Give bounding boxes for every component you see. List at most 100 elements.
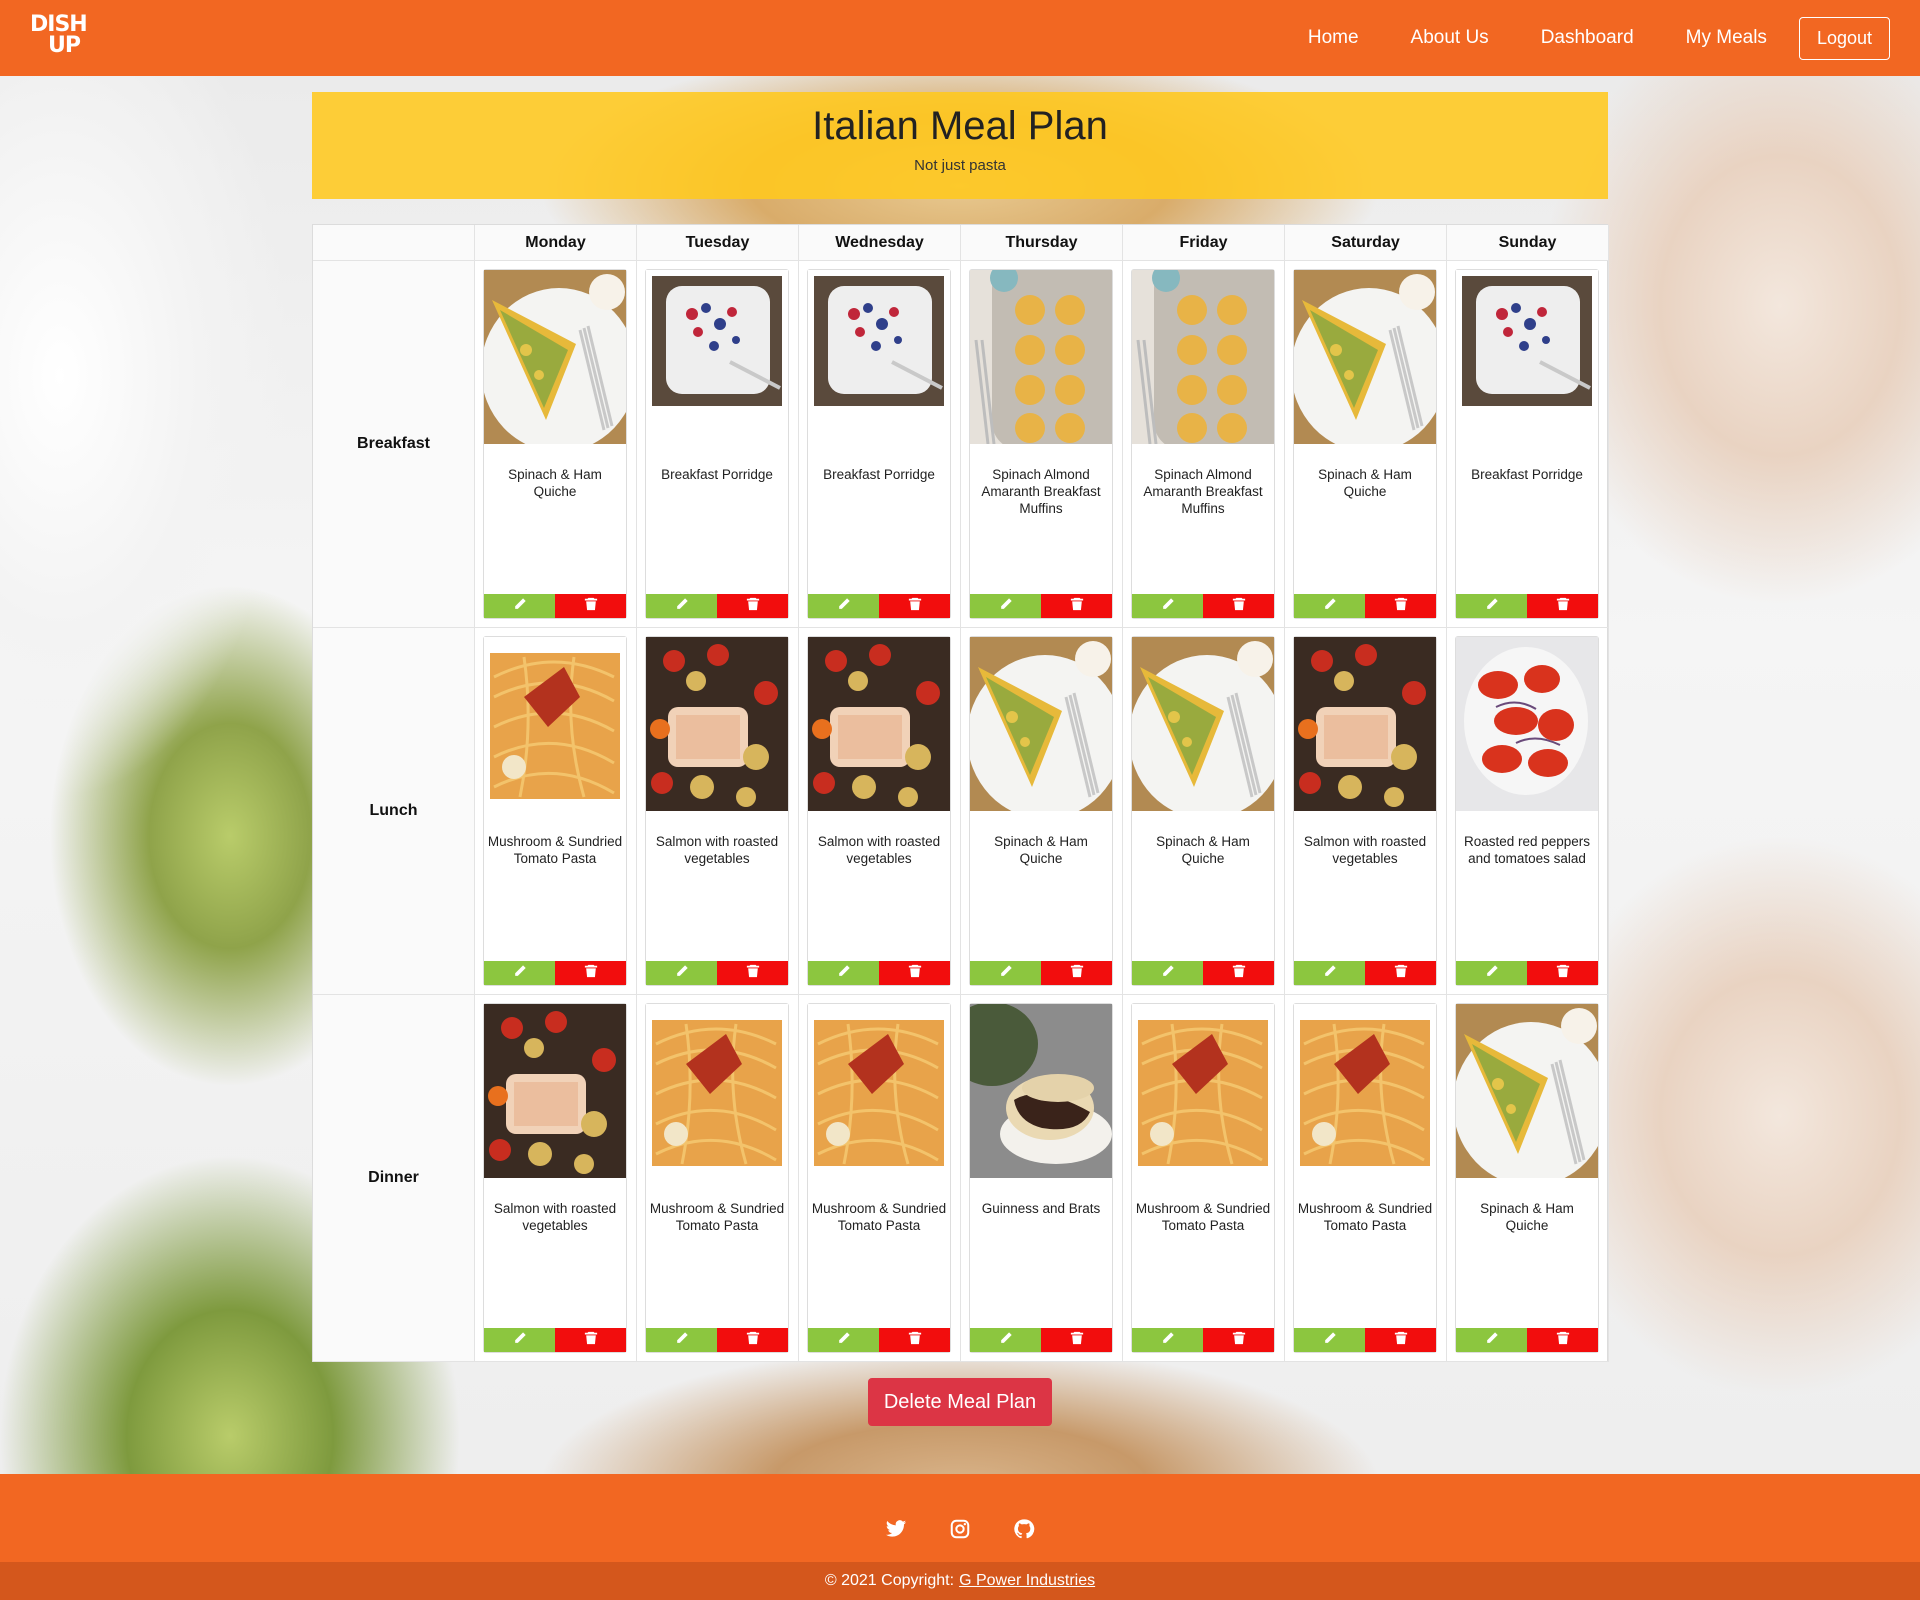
- edit-meal-button[interactable]: [1132, 594, 1203, 618]
- delete-meal-button[interactable]: [555, 961, 626, 985]
- delete-meal-button[interactable]: [879, 594, 950, 618]
- edit-meal-button[interactable]: [646, 1328, 717, 1352]
- meal-card[interactable]: Breakfast Porridge: [807, 269, 951, 619]
- meal-card[interactable]: Salmon with roasted vegetables: [483, 1003, 627, 1353]
- instagram-icon[interactable]: [949, 1518, 971, 1540]
- delete-meal-button[interactable]: [1365, 1328, 1436, 1352]
- meal-card[interactable]: Mushroom & Sundried Tomato Pasta: [1293, 1003, 1437, 1353]
- navbar: DISH UP Home About Us Dashboard My Meals…: [0, 0, 1920, 76]
- delete-meal-button[interactable]: [717, 1328, 788, 1352]
- trash-icon: [1556, 964, 1570, 983]
- delete-meal-button[interactable]: [717, 594, 788, 618]
- edit-meal-button[interactable]: [1294, 961, 1365, 985]
- meal-name: Breakfast Porridge: [661, 467, 773, 482]
- edit-meal-button[interactable]: [1294, 594, 1365, 618]
- delete-meal-button[interactable]: [1527, 961, 1598, 985]
- meal-card[interactable]: Salmon with roasted vegetables: [1293, 636, 1437, 986]
- edit-meal-button[interactable]: [646, 961, 717, 985]
- edit-meal-button[interactable]: [808, 961, 879, 985]
- edit-meal-button[interactable]: [646, 594, 717, 618]
- meal-image: [1294, 270, 1436, 444]
- delete-meal-button[interactable]: [1365, 961, 1436, 985]
- delete-meal-button[interactable]: [555, 594, 626, 618]
- meal-card[interactable]: Mushroom & Sundried Tomato Pasta: [1131, 1003, 1275, 1353]
- delete-meal-plan-button[interactable]: Delete Meal Plan: [868, 1378, 1052, 1426]
- twitter-icon[interactable]: [885, 1518, 907, 1540]
- delete-meal-button[interactable]: [555, 1328, 626, 1352]
- edit-meal-button[interactable]: [1132, 961, 1203, 985]
- delete-meal-button[interactable]: [1203, 1328, 1274, 1352]
- meal-image: [808, 1004, 950, 1178]
- meal-card[interactable]: Salmon with roasted vegetables: [807, 636, 951, 986]
- delete-meal-button[interactable]: [879, 961, 950, 985]
- meal-card[interactable]: Mushroom & Sundried Tomato Pasta: [645, 1003, 789, 1353]
- nav-dashboard[interactable]: Dashboard: [1541, 27, 1634, 49]
- meal-cell: Salmon with roasted vegetables: [475, 995, 637, 1362]
- card-actions: [970, 1328, 1112, 1352]
- nav-about-us[interactable]: About Us: [1411, 27, 1489, 49]
- edit-meal-button[interactable]: [1132, 1328, 1203, 1352]
- edit-meal-button[interactable]: [1456, 594, 1527, 618]
- edit-meal-button[interactable]: [970, 1328, 1041, 1352]
- edit-meal-button[interactable]: [484, 1328, 555, 1352]
- edit-meal-button[interactable]: [970, 961, 1041, 985]
- meal-card[interactable]: Breakfast Porridge: [645, 269, 789, 619]
- edit-meal-button[interactable]: [1456, 961, 1527, 985]
- trash-icon: [1232, 964, 1246, 983]
- trash-icon: [1070, 597, 1084, 616]
- pencil-icon: [1485, 597, 1499, 616]
- meal-card[interactable]: Spinach Almond Amaranth Breakfast Muffin…: [1131, 269, 1275, 619]
- meal-card[interactable]: Spinach & Ham Quiche: [1131, 636, 1275, 986]
- edit-meal-button[interactable]: [484, 594, 555, 618]
- meal-card[interactable]: Guinness and Brats: [969, 1003, 1113, 1353]
- meal-card[interactable]: Breakfast Porridge: [1455, 269, 1599, 619]
- card-actions: [1132, 1328, 1274, 1352]
- edit-meal-button[interactable]: [484, 961, 555, 985]
- github-icon[interactable]: [1013, 1518, 1035, 1540]
- edit-meal-button[interactable]: [808, 1328, 879, 1352]
- delete-meal-button[interactable]: [879, 1328, 950, 1352]
- meal-card[interactable]: Roasted red peppers and tomatoes salad: [1455, 636, 1599, 986]
- pencil-icon: [675, 597, 689, 616]
- meal-cell: Mushroom & Sundried Tomato Pasta: [637, 995, 799, 1362]
- meal-name: Roasted red peppers and tomatoes salad: [1463, 834, 1591, 866]
- nav-home[interactable]: Home: [1308, 27, 1359, 49]
- meal-card[interactable]: Spinach & Ham Quiche: [483, 269, 627, 619]
- card-actions: [1456, 594, 1598, 618]
- meal-card[interactable]: Mushroom & Sundried Tomato Pasta: [807, 1003, 951, 1353]
- meal-image: [808, 637, 950, 811]
- edit-meal-button[interactable]: [1294, 1328, 1365, 1352]
- card-actions: [1294, 594, 1436, 618]
- nav-my-meals[interactable]: My Meals: [1686, 27, 1767, 49]
- meal-name: Spinach & Ham Quiche: [1156, 834, 1250, 866]
- meal-card[interactable]: Spinach & Ham Quiche: [1455, 1003, 1599, 1353]
- delete-meal-button[interactable]: [1041, 1328, 1112, 1352]
- meal-name: Breakfast Porridge: [823, 467, 935, 482]
- meal-image: [646, 270, 788, 444]
- delete-meal-button[interactable]: [1365, 594, 1436, 618]
- edit-meal-button[interactable]: [970, 594, 1041, 618]
- meal-image: [970, 270, 1112, 444]
- meal-card[interactable]: Spinach & Ham Quiche: [1293, 269, 1437, 619]
- delete-meal-button[interactable]: [1203, 594, 1274, 618]
- meal-card[interactable]: Salmon with roasted vegetables: [645, 636, 789, 986]
- meal-card[interactable]: Spinach & Ham Quiche: [969, 636, 1113, 986]
- edit-meal-button[interactable]: [1456, 1328, 1527, 1352]
- meal-cell: Breakfast Porridge: [1447, 261, 1609, 628]
- meal-card[interactable]: Spinach Almond Amaranth Breakfast Muffin…: [969, 269, 1113, 619]
- delete-meal-button[interactable]: [1527, 1328, 1598, 1352]
- copyright-text: © 2021 Copyright:: [824, 1572, 955, 1589]
- meal-card[interactable]: Mushroom & Sundried Tomato Pasta: [483, 636, 627, 986]
- delete-meal-button[interactable]: [717, 961, 788, 985]
- day-header-saturday: Saturday: [1285, 225, 1447, 261]
- delete-meal-button[interactable]: [1041, 594, 1112, 618]
- edit-meal-button[interactable]: [808, 594, 879, 618]
- delete-meal-button[interactable]: [1527, 594, 1598, 618]
- logout-button[interactable]: Logout: [1798, 16, 1890, 60]
- delete-meal-button[interactable]: [1203, 961, 1274, 985]
- company-link[interactable]: G Power Industries: [959, 1572, 1095, 1590]
- dish-up-logo[interactable]: DISH UP: [30, 14, 94, 62]
- meal-name: Salmon with roasted vegetables: [1303, 834, 1427, 866]
- meal-cell: Salmon with roasted vegetables: [799, 628, 961, 995]
- delete-meal-button[interactable]: [1041, 961, 1112, 985]
